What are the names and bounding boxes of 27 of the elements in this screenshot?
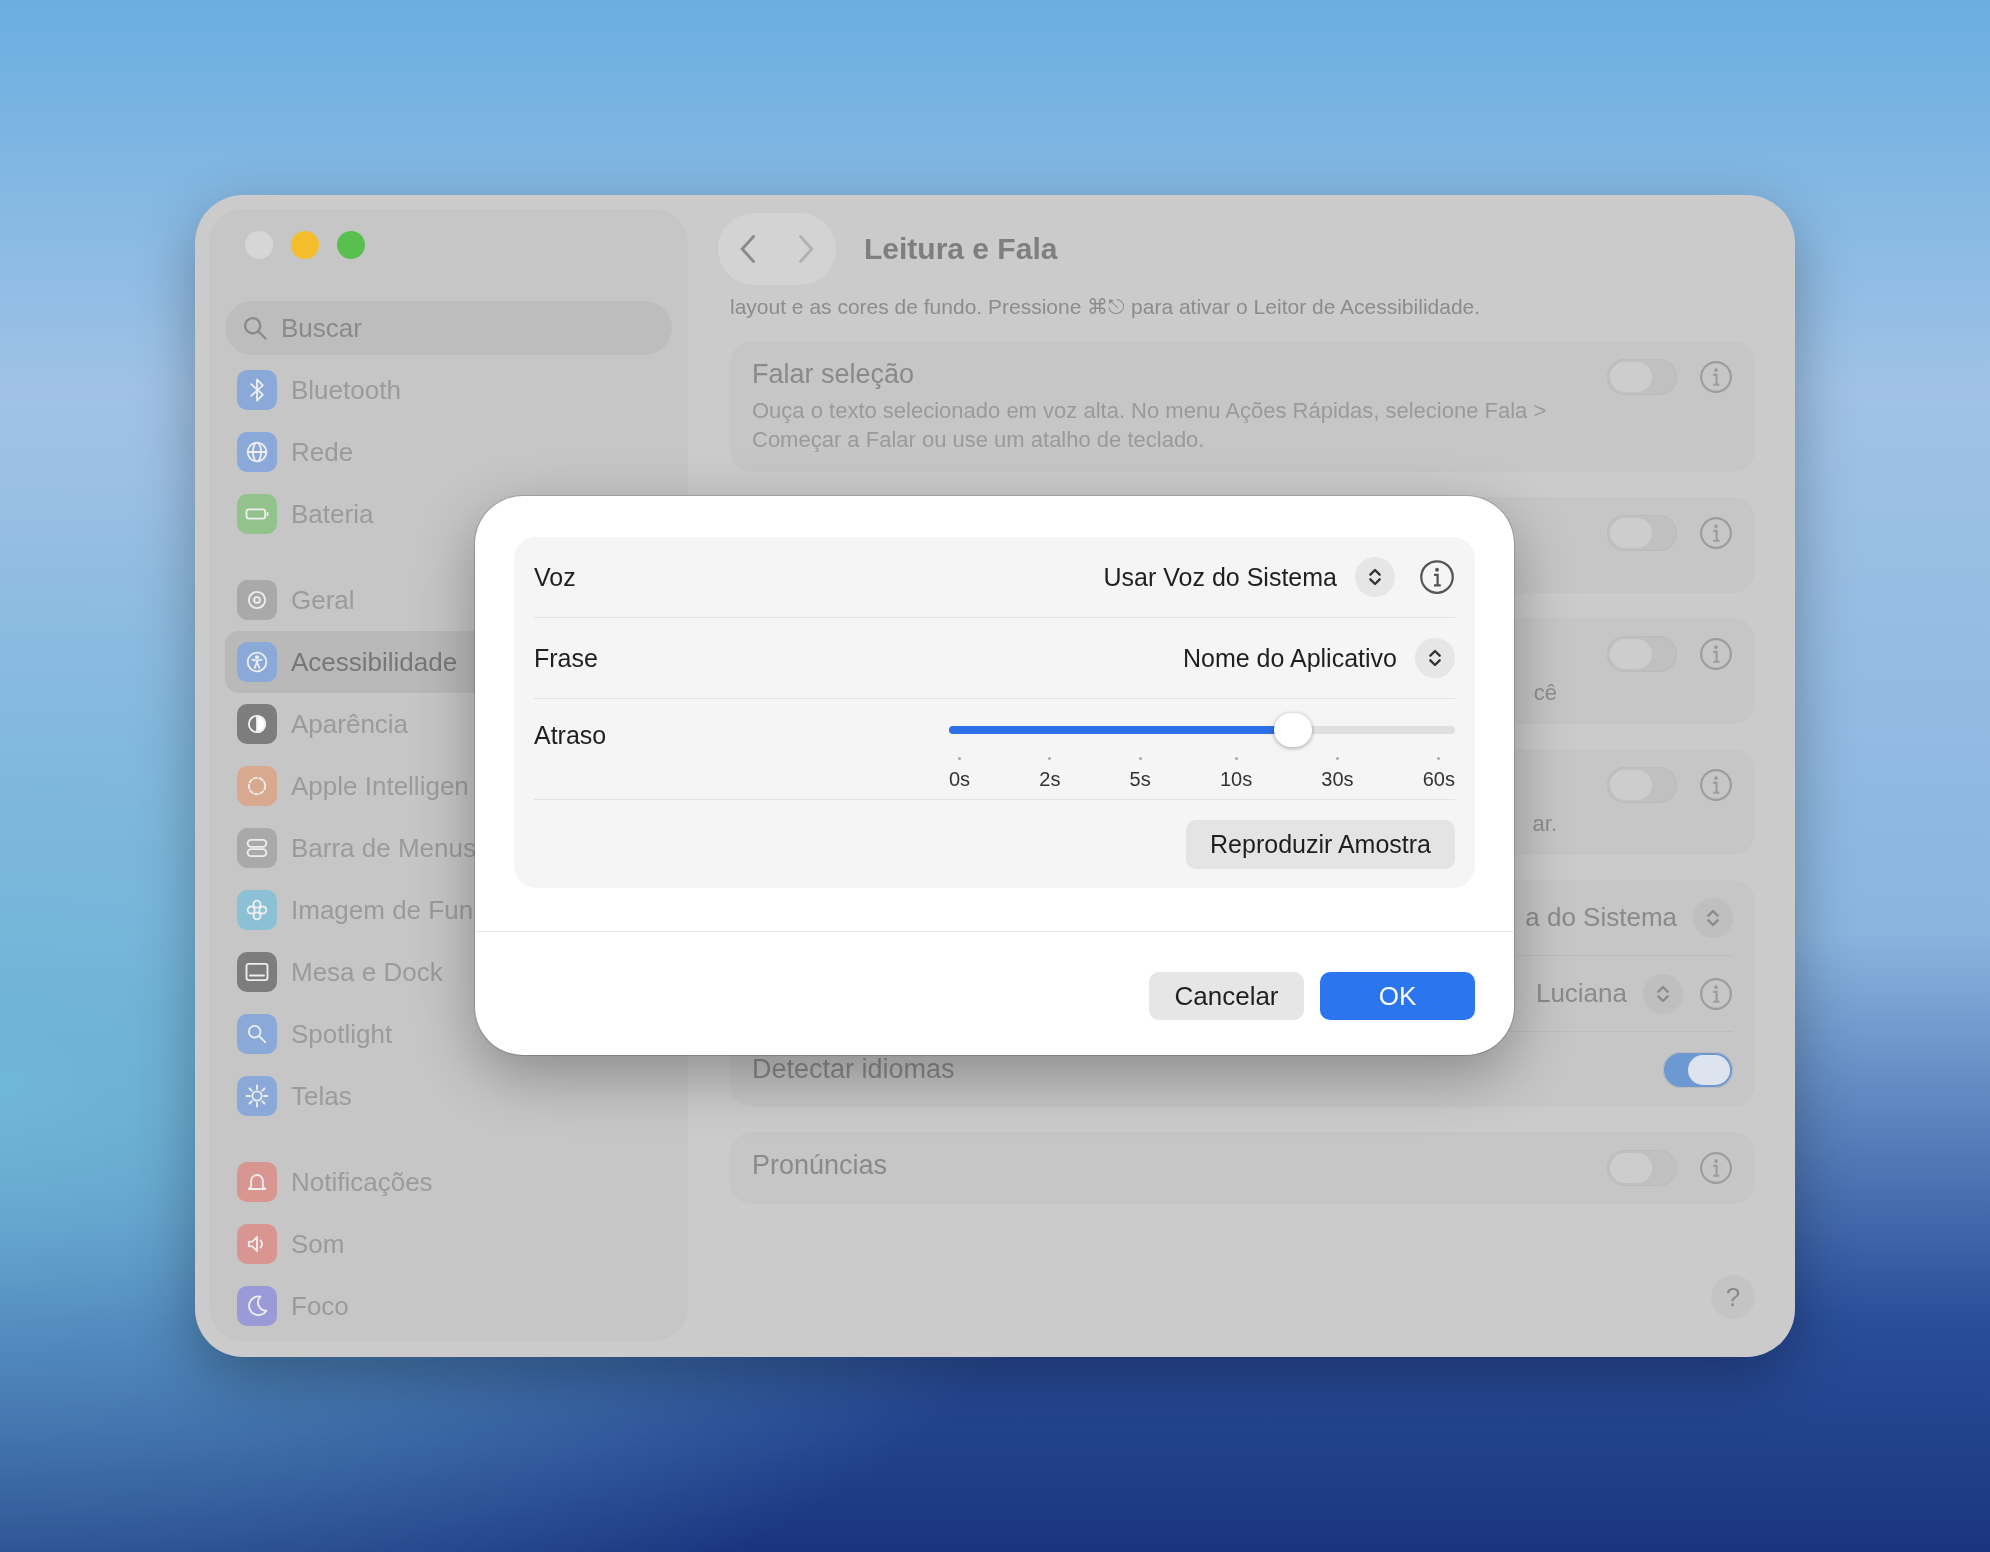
play-sample-button[interactable]: Reproduzir Amostra [1186,819,1455,869]
tick-label: 60s [1422,768,1455,791]
tick-label: 10s [1219,768,1253,791]
popup-button[interactable]: Nome do Aplicativo [1183,638,1455,678]
popup-button[interactable]: a do Sistema [1525,897,1733,938]
dialog-button[interactable]: Cancelar [1149,972,1304,1020]
field-label: Voz [534,562,576,592]
setting-title: Falar seleção [752,359,916,390]
popup-button[interactable]: Luciana [1535,973,1683,1014]
toggle-switch[interactable] [1663,1051,1733,1088]
tick-label: 0s [949,768,971,791]
help-button[interactable]: ? [1711,1275,1755,1319]
setting-title: Pronúncias [752,1150,889,1181]
window-control-dot[interactable] [291,231,319,259]
description-text: layout e as cores de fundo. Pressione ⌘⎋ para ativar o Leitor de Acessibilidade. [730,294,1482,320]
tick-label: 5s [1129,768,1151,791]
field-label: Atraso [534,721,607,750]
tick-label: 2s [1039,768,1061,791]
page-title: Leitura e Fala [864,232,1058,266]
info-icon[interactable] [1419,559,1455,595]
slider-thumb[interactable] [1274,713,1313,747]
popup-button[interactable]: Usar Voz do Sistema [1103,557,1395,597]
slider[interactable] [949,713,1455,747]
field-label: Frase [534,643,598,673]
dialog-button[interactable]: OK [1320,972,1475,1020]
tick-label: 30s [1321,768,1354,791]
window-control-dot[interactable] [337,231,365,259]
